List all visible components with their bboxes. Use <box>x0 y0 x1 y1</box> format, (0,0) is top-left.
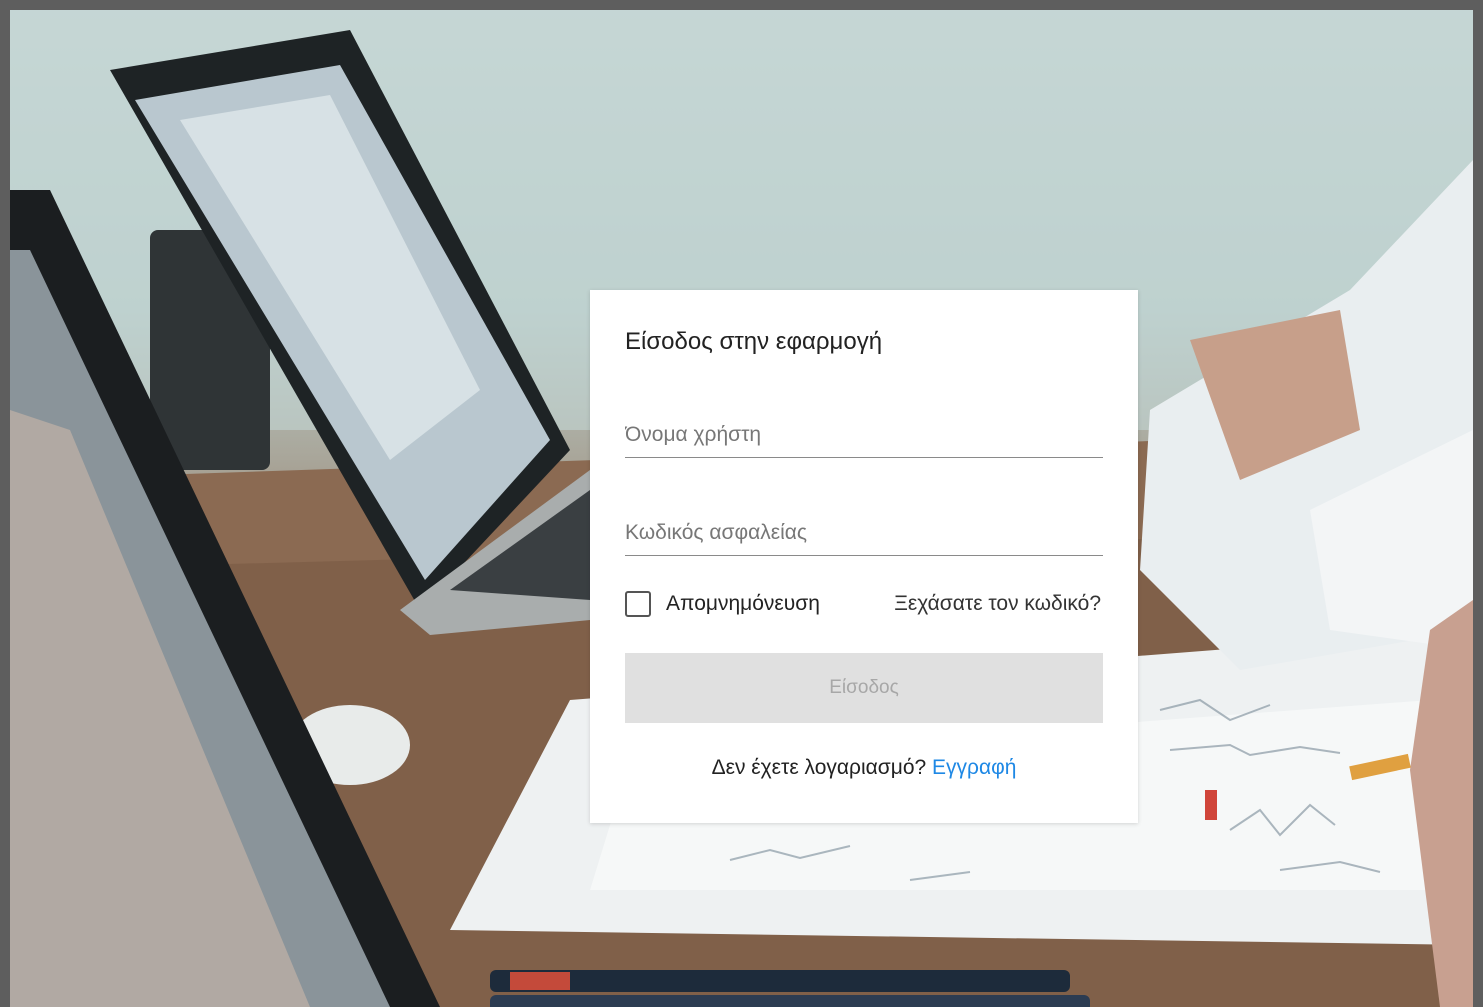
no-account-text: Δεν έχετε λογαριασμό? <box>711 756 933 779</box>
app-window: Είσοδος στην εφαρμογή Απομνημόνευση Ξεχά… <box>0 0 1483 1007</box>
login-title: Είσοδος στην εφαρμογή <box>625 328 883 355</box>
username-input[interactable] <box>625 418 1103 458</box>
remember-row: Απομνημόνευση Ξεχάσατε τον κωδικό? <box>625 590 1103 620</box>
login-card: Είσοδος στην εφαρμογή Απομνημόνευση Ξεχά… <box>590 290 1138 823</box>
login-button[interactable]: Είσοδος <box>625 653 1103 723</box>
forgot-password-link[interactable]: Ξεχάσατε τον κωδικό? <box>894 592 1101 616</box>
signup-row: Δεν έχετε λογαριασμό? Εγγραφή <box>625 756 1103 780</box>
remember-checkbox[interactable] <box>625 591 651 617</box>
signup-link[interactable]: Εγγραφή <box>932 756 1016 779</box>
remember-label[interactable]: Απομνημόνευση <box>666 592 820 616</box>
password-input[interactable] <box>625 516 1103 556</box>
